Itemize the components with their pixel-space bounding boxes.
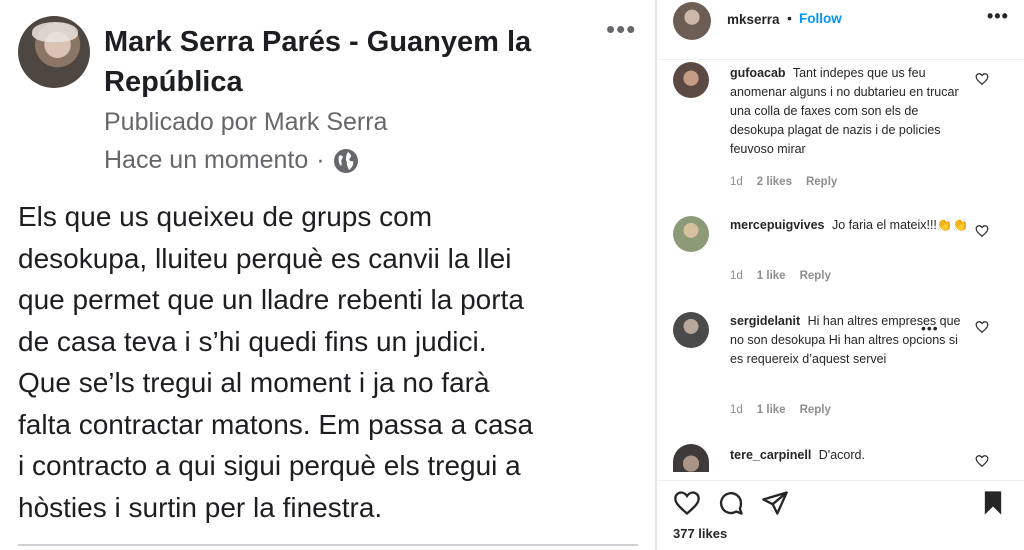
comment-text-block: gufoacab Tant indepes que us feu anomena… xyxy=(730,64,970,159)
post-body-line: desokupa, lluiteu perquè es canvii la ll… xyxy=(18,242,512,274)
reply-button[interactable]: Reply xyxy=(800,404,831,416)
instagram-panel: mkserra • Follow ••• gufoacab Tant indep… xyxy=(657,0,1024,550)
like-comment-heart-icon[interactable] xyxy=(975,454,989,468)
comment-text: D'acord. xyxy=(818,448,865,462)
commenter-avatar[interactable] xyxy=(673,312,709,348)
ig-action-bar: 377 likes xyxy=(657,480,1024,550)
globe-icon[interactable] xyxy=(333,148,359,174)
post-divider xyxy=(18,544,638,546)
commenter-username[interactable]: tere_carpinell xyxy=(730,448,811,462)
reply-button[interactable]: Reply xyxy=(806,176,837,188)
comment-icon[interactable] xyxy=(717,489,745,517)
post-more-options-button[interactable]: ••• xyxy=(606,14,636,45)
page-title[interactable]: Mark Serra Parés - Guanyem la República xyxy=(104,22,604,102)
share-icon[interactable] xyxy=(761,489,789,517)
commenter-username[interactable]: gufoacab xyxy=(730,66,786,80)
facebook-post: Mark Serra Parés - Guanyem la República … xyxy=(0,0,655,550)
comment-time[interactable]: 1d xyxy=(730,176,743,188)
comment-more-options-button[interactable]: ••• xyxy=(921,320,939,336)
ig-header: mkserra • Follow ••• xyxy=(657,0,1024,60)
post-timestamp[interactable]: Hace un momento xyxy=(104,146,308,175)
post-body-line: falta contractar matons. Em passa a casa xyxy=(18,408,534,440)
commenter-username[interactable]: sergidelanit xyxy=(730,314,800,328)
like-comment-heart-icon[interactable] xyxy=(975,224,989,238)
comment-time[interactable]: 1d xyxy=(730,270,743,282)
comment-meta: 1d 2 likes Reply xyxy=(730,176,837,188)
post-timestamp-row: Hace un momento · xyxy=(104,146,359,175)
comment-text-block: tere_carpinell D'acord. xyxy=(730,446,970,465)
post-body-line: que permet que un lladre rebenti la port… xyxy=(18,284,524,315)
author-avatar[interactable] xyxy=(18,16,90,88)
post-body: Els que us queixeu de grups com desokupa… xyxy=(18,196,643,528)
ig-more-options-button[interactable]: ••• xyxy=(987,6,1009,27)
comment-text-block: mercepuigvives Jo faria el mateix!!!👏👏 xyxy=(730,216,970,235)
follow-button[interactable]: Follow xyxy=(799,11,842,26)
post-body-line: de casa teva i s’hi quedi fins un judici… xyxy=(18,325,487,357)
comment-meta: 1d 1 like Reply xyxy=(730,404,831,416)
timestamp-separator: · xyxy=(316,146,325,174)
comment-time[interactable]: 1d xyxy=(730,404,743,416)
likes-count[interactable]: 377 likes xyxy=(673,526,727,541)
post-body-line: i contracto a qui sigui perquè els tregu… xyxy=(18,450,521,481)
commenter-avatar[interactable] xyxy=(673,216,709,252)
header-separator: • xyxy=(787,10,792,26)
comment-likes[interactable]: 2 likes xyxy=(757,176,792,188)
reply-button[interactable]: Reply xyxy=(800,270,831,282)
comment-likes[interactable]: 1 like xyxy=(757,404,786,416)
post-body-line: Els que us queixeu de grups com xyxy=(18,201,433,232)
like-comment-heart-icon[interactable] xyxy=(975,320,989,334)
commenter-avatar[interactable] xyxy=(673,444,709,472)
like-comment-heart-icon[interactable] xyxy=(975,72,989,86)
post-body-line: hòsties i surtin per la finestra. xyxy=(18,491,383,523)
post-body-line: Que se’ls tregui al moment i ja no farà xyxy=(18,367,490,398)
commenter-avatar[interactable] xyxy=(673,62,709,98)
bookmark-icon[interactable] xyxy=(979,489,1007,517)
heart-icon[interactable] xyxy=(673,489,701,517)
ig-author-username[interactable]: mkserra xyxy=(727,12,780,27)
ig-author-avatar[interactable] xyxy=(673,2,711,40)
commenter-username[interactable]: mercepuigvives xyxy=(730,218,825,232)
comment-likes[interactable]: 1 like xyxy=(757,270,786,282)
published-by-label: Publicado por Mark Serra xyxy=(104,108,388,136)
comment-text: Jo faria el mateix!!!👏👏 xyxy=(831,218,969,232)
comment-meta: 1d 1 like Reply xyxy=(730,270,831,282)
